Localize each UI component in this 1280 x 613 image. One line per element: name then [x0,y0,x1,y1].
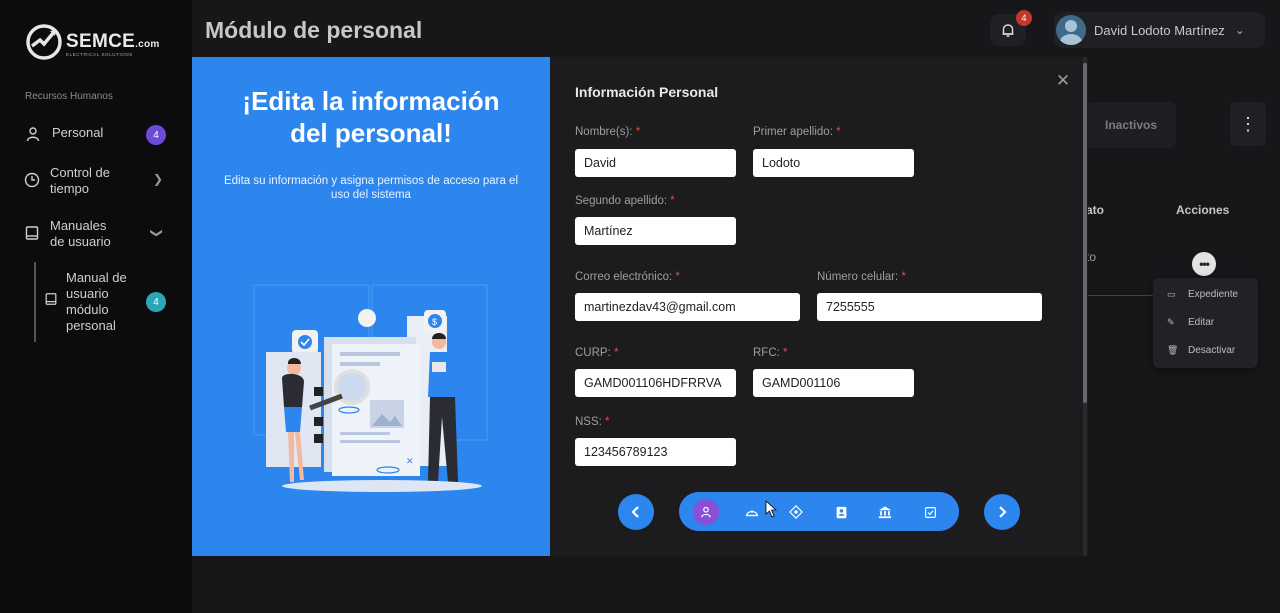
logo-emblem-icon [26,24,62,60]
modal-info-panel: ¡Edita la información del personal! Edit… [192,57,550,556]
personal-count-badge: 4 [146,125,166,145]
menu-item-expediente[interactable]: ▭ Expediente [1167,289,1238,300]
sidebar: SEMCE.com ELECTRICAL SOLUTIONS Recursos … [0,0,192,613]
chevron-left-icon [631,506,639,518]
menu-item-label: Expediente [1188,289,1239,300]
contact-card-icon [836,506,846,518]
menu-item-editar[interactable]: ✎ Editar [1167,317,1214,328]
segundo-apellido-field[interactable] [575,217,736,245]
notification-badge: 4 [1016,10,1032,26]
avatar [1056,15,1086,45]
segundo-apellido-label: Segundo apellido: * [575,195,675,207]
location-icon [789,505,803,519]
curp-label: CURP: * [575,347,619,359]
user-icon [24,125,42,143]
checklist-icon [924,506,936,518]
nss-label: NSS: * [575,416,610,428]
menu-item-label: Editar [1188,317,1215,328]
sidebar-item-label: Personal [52,125,104,140]
book-icon [44,290,58,308]
step-contact[interactable] [828,499,854,525]
row-actions-button[interactable]: ••• [1192,252,1216,276]
step-permissions[interactable] [917,499,943,525]
step-bank[interactable] [872,499,898,525]
rfc-field[interactable] [753,369,914,397]
form-title: Información Personal [575,84,719,100]
step-location[interactable] [783,499,809,525]
svg-text:$: $ [432,317,437,327]
menu-item-desactivar[interactable]: 🗑 Desactivar [1167,345,1235,356]
sidebar-item-manuales[interactable]: Manuales de usuario [24,218,124,250]
pencil-icon: ✎ [1167,317,1175,327]
section-label: Recursos Humanos [25,91,113,102]
sidebar-item-control-tiempo[interactable]: Control de tiempo [24,165,124,197]
sidebar-item-label: Control de tiempo [50,165,110,196]
chevron-down-icon[interactable]: ❯ [150,228,164,238]
primer-apellido-label: Primer apellido: * [753,126,841,138]
rfc-label: RFC: * [753,347,788,359]
manual-count-badge: 4 [146,292,166,312]
logo-subtitle: ELECTRICAL SOLUTIONS [66,52,133,57]
book-icon [24,224,40,242]
sidebar-item-manual-personal[interactable]: Manual de usuario módulo personal [44,270,140,334]
chevron-down-icon: ⌄ [1234,23,1245,37]
modal-heading-line-2: del personal! [290,118,452,148]
submenu-line [34,262,36,342]
modal-heading: ¡Edita la información del personal! [192,85,550,149]
nss-field[interactable] [575,438,736,466]
tab-inactivos[interactable]: Inactivos [1086,102,1176,148]
svg-text:✕: ✕ [406,456,414,466]
sidebar-item-label: Manuales de usuario [50,218,111,249]
more-options-button[interactable]: ⋮ [1230,102,1266,146]
step-safety-equipment[interactable] [739,499,765,525]
close-button[interactable]: ✕ [1053,71,1073,91]
mouse-cursor-icon [765,500,777,518]
chevron-right-icon[interactable]: ❯ [153,172,163,186]
modal-heading-line-1: ¡Edita la información [242,86,500,116]
primer-apellido-field[interactable] [753,149,914,177]
step-navigator [679,492,959,531]
trash-icon: 🗑 [1167,345,1179,355]
close-icon: ✕ [1055,71,1071,90]
menu-item-label: Desactivar [1188,345,1236,356]
celular-label: Número celular: * [817,271,906,283]
folder-icon: ▭ [1167,289,1176,299]
column-header-status: ato [1086,203,1104,217]
correo-field[interactable] [575,293,800,321]
logo-text: SEMCE.com [66,31,160,52]
row-context-menu: ▭ Expediente ✎ Editar 🗑 Desactivar [1153,278,1258,368]
celular-field[interactable] [817,293,1042,321]
nombre-label: Nombre(s): * [575,126,641,138]
kebab-icon: ⋮ [1239,113,1257,134]
column-header-actions: Acciones [1176,203,1230,217]
correo-label: Correo electrónico: * [575,271,680,283]
bell-icon [1002,24,1014,37]
next-step-button[interactable] [984,494,1020,530]
edit-personal-form: ✕ Información Personal Nombre(s): * Prim… [550,57,1088,556]
bank-icon [878,506,892,519]
user-icon [701,506,711,518]
semce-logo[interactable]: SEMCE.com ELECTRICAL SOLUTIONS [24,22,174,62]
document-review-illustration: $ ✕ [253,284,488,492]
sidebar-item-personal[interactable]: Personal [24,125,103,143]
scrollbar-thumb[interactable] [1083,63,1087,403]
step-personal-info[interactable] [693,499,719,525]
user-name: David Lodoto Martínez [1094,22,1225,38]
curp-field[interactable] [575,369,736,397]
chevron-right-icon [999,506,1007,518]
ellipsis-icon: ••• [1199,257,1210,271]
nombre-field[interactable] [575,149,736,177]
sidebar-item-label: Manual de usuario módulo personal [66,270,127,333]
page-title: Módulo de personal [205,17,423,43]
previous-step-button[interactable] [618,494,654,530]
helmet-icon [745,510,759,517]
modal-subtitle: Edita su información y asigna permisos d… [223,175,519,201]
user-menu-button[interactable]: David Lodoto Martínez ⌄ [1054,12,1265,48]
clock-icon [24,171,40,189]
